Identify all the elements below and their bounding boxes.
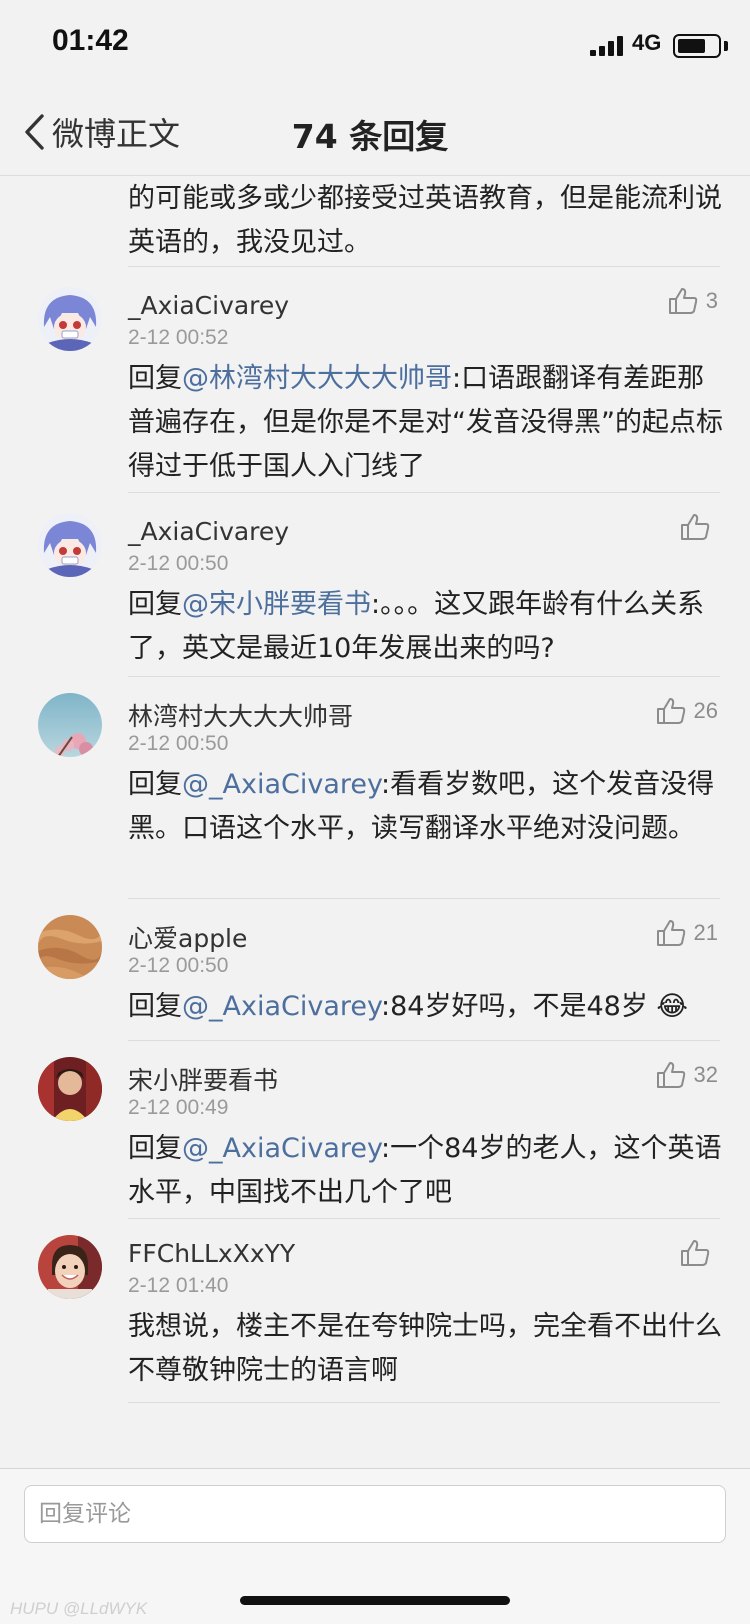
comment-time: 2-12 00:50 <box>128 732 229 755</box>
like-button[interactable]: 21 <box>656 919 718 947</box>
anime-avatar-image <box>38 287 102 351</box>
thumbs-up-icon <box>681 1240 710 1266</box>
thumbs-up-icon <box>668 288 697 314</box>
comment-text: 回复@宋小胖要看书:。。。这又跟年龄有什么关系了，英文是最近10年发展出来的吗? <box>128 583 723 671</box>
comment-item[interactable]: FFChLLxXxYY 2-12 01:40 我想说，楼主不是在夸钟院士吗，完全… <box>0 1219 750 1403</box>
comment-text: 回复@_AxiaCivarey:一个84岁的老人，这个英语水平，中国找不出几个了… <box>128 1127 723 1215</box>
mention-link[interactable]: @宋小胖要看书 <box>182 589 371 620</box>
comment-author[interactable]: 宋小胖要看书 <box>128 1061 278 1097</box>
like-button[interactable]: 26 <box>656 697 718 725</box>
anime-avatar-image <box>38 513 102 577</box>
comment-author[interactable]: _AxiaCivarey <box>128 291 289 320</box>
comment-author[interactable]: FFChLLxXxYY <box>128 1239 295 1268</box>
comment-text-fragment: 的可能或多或少都接受过英语教育，但是能流利说英语的，我没见过。 <box>128 183 722 258</box>
battery-cap <box>724 41 728 51</box>
like-count: 3 <box>705 288 718 313</box>
comment-item[interactable]: 林湾村大大大大帅哥 2-12 00:50 26 回复@_AxiaCivarey:… <box>0 677 750 899</box>
mention-link[interactable]: @_AxiaCivarey <box>182 991 381 1022</box>
reply-input[interactable]: 回复评论 <box>24 1485 726 1543</box>
comment-item[interactable]: _AxiaCivarey 2-12 00:52 3 回复@林湾村大大大大帅哥:口… <box>0 267 750 493</box>
reply-bar: 回复评论 HUPU @LLdWYK <box>0 1468 750 1624</box>
thumbs-up-icon <box>681 514 710 540</box>
sky-blossom-avatar-image <box>38 693 102 757</box>
thumbs-up-icon <box>656 1062 685 1088</box>
battery-icon <box>673 34 721 58</box>
like-button[interactable] <box>680 513 718 541</box>
comment-text: 回复@林湾村大大大大帅哥:口语跟翻译有差距那普遍存在，但是你是不是对“发音没得黑… <box>128 357 723 489</box>
laughing-crying-emoji-icon: 😂 <box>656 991 688 1022</box>
reply-prefix: 回复 <box>128 1133 182 1164</box>
comment-author[interactable]: _AxiaCivarey <box>128 517 289 546</box>
avatar[interactable] <box>38 287 102 351</box>
reply-prefix: 回复 <box>128 589 182 620</box>
comment-text: 回复@_AxiaCivarey:看看岁数吧，这个发音没得黑。口语这个水平，读写翻… <box>128 763 723 851</box>
divider <box>128 1402 720 1403</box>
reply-prefix: 回复 <box>128 363 182 394</box>
comment-text: 我想说，楼主不是在夸钟院士吗，完全看不出什么不尊敬钟院士的语言啊 <box>128 1305 723 1393</box>
mention-link[interactable]: @林湾村大大大大帅哥 <box>182 363 452 394</box>
thumbs-up-icon <box>656 698 685 724</box>
comment-text: 回复@_AxiaCivarey:84岁好吗，不是48岁 😂 <box>128 985 723 1029</box>
mention-link[interactable]: @_AxiaCivarey <box>182 769 381 800</box>
comment-time: 2-12 00:50 <box>128 954 229 977</box>
like-count: 32 <box>693 1062 718 1087</box>
comment-list[interactable]: 的可能或多或少都接受过英语教育，但是能流利说英语的，我没见过。 _AxiaCiv… <box>0 177 750 1467</box>
reply-prefix: 回复 <box>128 991 182 1022</box>
screen: 01:42 4G 微博正文 74 条回复 的可能或多或少都接受过英语教育，但是能… <box>0 0 750 1624</box>
like-count: 21 <box>693 920 718 945</box>
watermark: HUPU @LLdWYK <box>10 1599 148 1618</box>
comment-content: 我想说，楼主不是在夸钟院士吗，完全看不出什么不尊敬钟院士的语言啊 <box>128 1311 722 1386</box>
thumbs-up-icon <box>656 920 685 946</box>
comment-item[interactable]: 宋小胖要看书 2-12 00:49 32 回复@_AxiaCivarey:一个8… <box>0 1041 750 1219</box>
mention-link[interactable]: @_AxiaCivarey <box>182 1133 381 1164</box>
reply-prefix: 回复 <box>128 769 182 800</box>
comment-time: 2-12 00:52 <box>128 326 229 349</box>
comment-author[interactable]: 心爱apple <box>128 919 247 955</box>
like-button[interactable]: 3 <box>668 287 718 315</box>
comment-item[interactable]: 心爱apple 2-12 00:50 21 回复@_AxiaCivarey:84… <box>0 899 750 1041</box>
status-time: 01:42 <box>52 24 129 57</box>
battery-fill <box>678 39 705 53</box>
page-title: 74 条回复 <box>291 117 449 156</box>
person-avatar-image <box>38 1057 102 1121</box>
avatar[interactable] <box>38 1057 102 1121</box>
comment-content: :84岁好吗，不是48岁 <box>381 991 648 1022</box>
child-avatar-image <box>38 1235 102 1299</box>
nav-bar: 微博正文 74 条回复 <box>0 90 750 176</box>
comment-time: 2-12 01:40 <box>128 1274 229 1297</box>
comment-item[interactable]: _AxiaCivarey 2-12 00:50 回复@宋小胖要看书:。。。这又跟… <box>0 493 750 677</box>
network-label: 4G <box>632 30 662 55</box>
status-bar: 01:42 4G <box>0 0 750 90</box>
like-button[interactable] <box>680 1239 718 1267</box>
desert-avatar-image <box>38 915 102 979</box>
avatar[interactable] <box>38 693 102 757</box>
like-count: 26 <box>693 698 718 723</box>
home-indicator[interactable] <box>240 1596 510 1605</box>
comment-time: 2-12 00:49 <box>128 1096 229 1119</box>
signal-icon <box>590 36 624 56</box>
avatar[interactable] <box>38 915 102 979</box>
like-button[interactable]: 32 <box>656 1061 718 1089</box>
avatar[interactable] <box>38 1235 102 1299</box>
avatar[interactable] <box>38 513 102 577</box>
comment-time: 2-12 00:50 <box>128 552 229 575</box>
comment-author[interactable]: 林湾村大大大大帅哥 <box>128 697 353 733</box>
